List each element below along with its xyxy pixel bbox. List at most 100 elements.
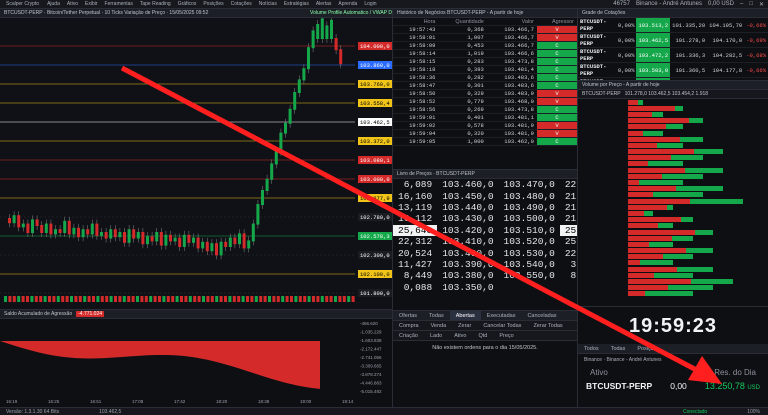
- orders-action-button[interactable]: Zerar Todas: [527, 321, 568, 330]
- bid-qty[interactable]: 13,119: [393, 202, 437, 213]
- ask-qty[interactable]: 21,187: [560, 190, 577, 202]
- bid-price[interactable]: 103.350,0: [437, 282, 498, 293]
- book-row: 6,089103.460,0103.470,022,147: [393, 179, 577, 190]
- menu-item[interactable]: Aprenda: [338, 1, 357, 7]
- time-tick: 19:00: [300, 399, 312, 404]
- menu-item[interactable]: Posições: [203, 1, 223, 7]
- bid-qty[interactable]: 11,427: [393, 259, 437, 270]
- ask-qty[interactable]: 21,258: [560, 213, 577, 224]
- connection-status: Conectado: [683, 408, 708, 415]
- position-tab[interactable]: Todas: [605, 344, 632, 353]
- ask-qty[interactable]: 21,157: [560, 202, 577, 213]
- candle-body: [307, 47, 310, 70]
- position-tab[interactable]: Posição: [631, 344, 663, 353]
- ask-qty[interactable]: 8,619: [560, 270, 577, 281]
- ask-qty[interactable]: 22,857: [560, 247, 577, 259]
- ask-price[interactable]: [499, 282, 560, 293]
- orders-action-button[interactable]: Compra: [393, 321, 425, 330]
- ask-qty[interactable]: 22,147: [560, 179, 577, 190]
- candlestick-chart[interactable]: 104.000,0 103.860,0 103.760,0 103.558,4 103.…: [0, 14, 393, 309]
- position-symbol[interactable]: BTCUSDT-PERP: [586, 381, 652, 391]
- trades-col-header[interactable]: Hora: [393, 18, 439, 27]
- ask-price[interactable]: 103.520,0: [499, 236, 560, 247]
- table-row[interactable]: BTCUSDT-PERP 0,00% 103.513,2 101.335,20 104.…: [578, 18, 768, 33]
- trade-qty: 0,578: [438, 121, 487, 131]
- ask-price[interactable]: 103.480,0: [499, 190, 560, 202]
- ask-price[interactable]: 103.530,0: [499, 247, 560, 259]
- orders-action-button[interactable]: Zerar: [452, 321, 477, 330]
- bid-qty[interactable]: 6,089: [393, 179, 437, 190]
- menu-item[interactable]: Ferramentas: [105, 1, 133, 7]
- ask-price[interactable]: 103.540,0: [499, 259, 560, 270]
- bid-qty[interactable]: 22,312: [393, 236, 437, 247]
- bid-price[interactable]: 103.460,0: [437, 179, 498, 190]
- trades-col-header[interactable]: Quantidade: [438, 18, 487, 27]
- minimize-icon[interactable]: –: [740, 1, 743, 8]
- trade-qty: 0,282: [438, 73, 487, 83]
- orders-col-header[interactable]: Preço: [493, 331, 519, 340]
- menu-item[interactable]: Estratégias: [284, 1, 309, 7]
- bid-price[interactable]: 103.420,0: [437, 225, 498, 236]
- ask-qty[interactable]: 3,665: [560, 259, 577, 270]
- price-chart-panel[interactable]: BTCUSDT-PERP · Bitcoin/Tether Perpetual …: [0, 9, 393, 309]
- ask-price[interactable]: 103.550,0: [499, 270, 560, 281]
- orders-col-header[interactable]: Ativo: [448, 331, 472, 340]
- table-row[interactable]: BTCUSDT-PERP 0,00% 103.503,0 101.360,5 104.1…: [578, 62, 768, 78]
- orders-col-header[interactable]: Lado: [424, 331, 448, 340]
- bid-price[interactable]: 103.390,0: [437, 259, 498, 270]
- ask-qty[interactable]: 25,025: [559, 224, 577, 236]
- bid-price[interactable]: 103.380,0: [437, 270, 498, 281]
- orders-tab[interactable]: Executadas: [481, 311, 522, 320]
- bid-qty[interactable]: 8,449: [393, 270, 437, 281]
- menu-item[interactable]: Login: [364, 1, 376, 7]
- orders-tab[interactable]: Abertas: [449, 311, 481, 320]
- close-icon[interactable]: ✕: [759, 1, 764, 8]
- menu-item[interactable]: Exibir: [85, 1, 98, 7]
- bid-price[interactable]: 103.410,0: [437, 236, 498, 247]
- menu-item[interactable]: Ativo: [67, 1, 78, 7]
- quote-symbol[interactable]: BTCUSDT-PERP: [578, 32, 616, 48]
- orders-tab[interactable]: Ofertas: [393, 311, 423, 320]
- menu-item[interactable]: Tape Reading: [140, 1, 171, 7]
- table-row[interactable]: BTCUSDT-PERP 0,00% 103.462,5 101.278,0 104.1…: [578, 32, 768, 48]
- trades-col-header[interactable]: Valor: [486, 18, 537, 27]
- bid-qty[interactable]: 16,112: [393, 213, 437, 224]
- vap-sell-bar: [694, 149, 723, 155]
- orders-tab[interactable]: Todas: [423, 311, 450, 320]
- bid-qty[interactable]: 20,524: [393, 247, 437, 259]
- aggression-chart[interactable]: -466.620 -1.035.229 -1.603.838 -2.172.447 -2…: [0, 319, 393, 407]
- quote-symbol[interactable]: BTCUSDT-PERP: [578, 18, 616, 33]
- menu-item[interactable]: Cotações: [231, 1, 252, 7]
- orders-col-header[interactable]: Criação: [393, 331, 424, 340]
- ask-price[interactable]: 103.470,0: [499, 179, 560, 190]
- orders-action-button[interactable]: Venda: [425, 321, 453, 330]
- menu-item[interactable]: Ajuda: [47, 1, 60, 7]
- aggression-panel[interactable]: Saldo Acumulado de Agressão -4.771.024 -…: [0, 309, 393, 407]
- ask-qty[interactable]: [560, 282, 577, 293]
- quote-symbol[interactable]: BTCUSDT-PERP: [578, 47, 616, 63]
- position-row[interactable]: BTCUSDT-PERP 0,00 13.250,78 USD: [578, 379, 768, 393]
- quote-symbol[interactable]: BTCUSDT-PERP: [578, 62, 616, 78]
- menu-item[interactable]: Notícias: [259, 1, 277, 7]
- position-tab[interactable]: Todos: [578, 344, 605, 353]
- bid-price[interactable]: 103.400,0: [437, 247, 498, 259]
- ask-price[interactable]: 103.510,0: [499, 225, 560, 236]
- orders-tab[interactable]: Canceladas: [521, 311, 562, 320]
- menu-item[interactable]: Gráficos: [178, 1, 197, 7]
- orders-col-header[interactable]: Qtd: [472, 331, 493, 340]
- ask-price[interactable]: 103.490,0: [499, 202, 560, 213]
- ask-qty[interactable]: 25,503: [560, 236, 577, 247]
- bid-price[interactable]: 103.430,0: [437, 213, 498, 224]
- bid-qty[interactable]: 16,160: [393, 190, 437, 202]
- orders-action-button[interactable]: Cancelar Todas: [477, 321, 527, 330]
- bid-price[interactable]: 103.440,0: [437, 202, 498, 213]
- bid-qty[interactable]: 25,648: [393, 224, 438, 236]
- table-row: 19:59:01 0,401 103.481,1 C: [393, 113, 577, 123]
- bid-qty[interactable]: 0,088: [393, 282, 437, 293]
- bid-price[interactable]: 103.450,0: [437, 190, 498, 202]
- menu-item[interactable]: Alertas: [316, 1, 332, 7]
- maximize-icon[interactable]: □: [749, 1, 753, 8]
- ask-price[interactable]: 103.500,0: [499, 213, 560, 224]
- table-row[interactable]: BTCUSDT-PERP 0,00% 103.472,2 101.336,3 104.2…: [578, 47, 768, 63]
- trades-col-header[interactable]: Agressor: [537, 18, 577, 27]
